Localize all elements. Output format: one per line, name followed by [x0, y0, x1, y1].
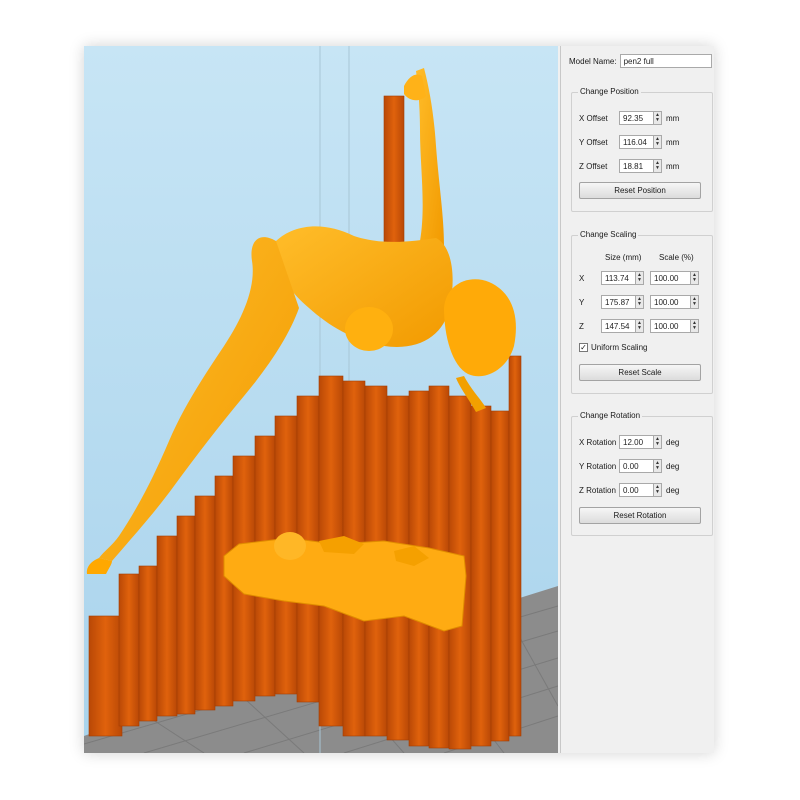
rotation-input[interactable]: 0.00 ▲ ▼ [619, 483, 662, 497]
model-base-detail [274, 532, 306, 560]
spin-arrows-icon[interactable]: ▲ ▼ [653, 135, 662, 149]
size-input-value[interactable]: 147.54 [601, 319, 635, 333]
spin-arrows-icon[interactable]: ▲ ▼ [653, 459, 662, 473]
offset-input-value[interactable]: 92.35 [619, 111, 653, 125]
scale-input[interactable]: 100.00 ▲ ▼ [650, 295, 699, 309]
scale-axis-label: X [579, 273, 585, 283]
offset-unit: mm [666, 113, 680, 123]
offset-input[interactable]: 18.81 ▲ ▼ [619, 159, 662, 173]
reset-position-button[interactable]: Reset Position [579, 182, 701, 199]
scale-input-value[interactable]: 100.00 [650, 319, 690, 333]
reset-scale-button[interactable]: Reset Scale [579, 364, 701, 381]
3d-viewport[interactable] [84, 46, 558, 753]
spin-arrows-icon[interactable]: ▲ ▼ [690, 295, 699, 309]
support-pillar [490, 410, 510, 742]
rotation-row: X Rotation 12.00 ▲ ▼ deg [579, 435, 679, 449]
rotation-input-value[interactable]: 0.00 [619, 483, 653, 497]
size-input[interactable]: 147.54 ▲ ▼ [601, 319, 644, 333]
scale-row: Z 147.54 ▲ ▼ 100.00 ▲ ▼ [579, 319, 699, 333]
size-input-value[interactable]: 175.87 [601, 295, 635, 309]
spin-arrows-icon[interactable]: ▲ ▼ [653, 111, 662, 125]
offset-unit: mm [666, 137, 680, 147]
support-pillar [508, 355, 522, 737]
position-group-title: Change Position [578, 87, 641, 96]
rotation-input[interactable]: 12.00 ▲ ▼ [619, 435, 662, 449]
scale-input[interactable]: 100.00 ▲ ▼ [650, 319, 699, 333]
offset-unit: mm [666, 161, 680, 171]
rotation-input-value[interactable]: 0.00 [619, 459, 653, 473]
scale-column-header: Scale (%) [659, 253, 694, 262]
rotation-row: Z Rotation 0.00 ▲ ▼ deg [579, 483, 679, 497]
spin-arrows-icon[interactable]: ▲ ▼ [653, 159, 662, 173]
model-name-label: Model Name: [569, 56, 617, 66]
scale-axis-label: Y [579, 297, 585, 307]
support-pillar [214, 475, 234, 707]
scaling-group-title: Change Scaling [578, 230, 639, 239]
uniform-scaling-checkbox[interactable]: ✓ [579, 343, 588, 352]
rotation-label: X Rotation [579, 437, 617, 447]
spin-arrows-icon[interactable]: ▲ ▼ [690, 319, 699, 333]
offset-input[interactable]: 116.04 ▲ ▼ [619, 135, 662, 149]
spin-arrows-icon[interactable]: ▲ ▼ [635, 271, 644, 285]
scale-input-value[interactable]: 100.00 [650, 271, 690, 285]
app-window: Model Name: pen2 full Change Position X … [84, 46, 714, 753]
support-pillar [88, 615, 123, 737]
scale-row: X 113.74 ▲ ▼ 100.00 ▲ ▼ [579, 271, 699, 285]
offset-label: Y Offset [579, 137, 608, 147]
settings-panel: Model Name: pen2 full Change Position X … [560, 46, 714, 753]
size-input[interactable]: 113.74 ▲ ▼ [601, 271, 644, 285]
spin-arrows-icon[interactable]: ▲ ▼ [653, 483, 662, 497]
uniform-scaling-label: Uniform Scaling [591, 343, 648, 352]
scale-input[interactable]: 100.00 ▲ ▼ [650, 271, 699, 285]
model-name-input[interactable]: pen2 full [619, 54, 712, 68]
offset-input-value[interactable]: 18.81 [619, 159, 653, 173]
rotation-group-title: Change Rotation [578, 411, 643, 420]
spin-arrows-icon[interactable]: ▲ ▼ [653, 435, 662, 449]
spin-arrows-icon[interactable]: ▲ ▼ [635, 295, 644, 309]
support-pillar [156, 535, 178, 717]
spin-arrows-icon[interactable]: ▲ ▼ [635, 319, 644, 333]
offset-row: Z Offset 18.81 ▲ ▼ mm [579, 159, 679, 173]
support-pillar [176, 515, 196, 715]
rotation-row: Y Rotation 0.00 ▲ ▼ deg [579, 459, 679, 473]
scene-render [84, 46, 558, 753]
spin-arrows-icon[interactable]: ▲ ▼ [690, 271, 699, 285]
support-pillar [194, 495, 216, 711]
offset-input-value[interactable]: 116.04 [619, 135, 653, 149]
scale-axis-label: Z [579, 321, 584, 331]
support-pillar [470, 405, 492, 747]
offset-row: X Offset 92.35 ▲ ▼ mm [579, 111, 679, 125]
size-input-value[interactable]: 113.74 [601, 271, 635, 285]
scale-input-value[interactable]: 100.00 [650, 295, 690, 309]
offset-label: Z Offset [579, 161, 608, 171]
rotation-label: Z Rotation [579, 485, 616, 495]
rotation-unit: deg [666, 437, 680, 447]
size-input[interactable]: 175.87 ▲ ▼ [601, 295, 644, 309]
rotation-input[interactable]: 0.00 ▲ ▼ [619, 459, 662, 473]
rotation-unit: deg [666, 485, 680, 495]
offset-label: X Offset [579, 113, 608, 123]
rotation-unit: deg [666, 461, 680, 471]
reset-rotation-button[interactable]: Reset Rotation [579, 507, 701, 524]
support-pillar [138, 565, 158, 722]
offset-input[interactable]: 92.35 ▲ ▼ [619, 111, 662, 125]
scale-row: Y 175.87 ▲ ▼ 100.00 ▲ ▼ [579, 295, 699, 309]
size-column-header: Size (mm) [605, 253, 642, 262]
model-name-row: Model Name: pen2 full [569, 54, 712, 68]
rotation-label: Y Rotation [579, 461, 617, 471]
support-pillar [118, 573, 140, 727]
support-pillar [383, 95, 405, 247]
uniform-scaling-row[interactable]: ✓ Uniform Scaling [579, 343, 647, 352]
rotation-input-value[interactable]: 12.00 [619, 435, 653, 449]
offset-row: Y Offset 116.04 ▲ ▼ mm [579, 135, 679, 149]
